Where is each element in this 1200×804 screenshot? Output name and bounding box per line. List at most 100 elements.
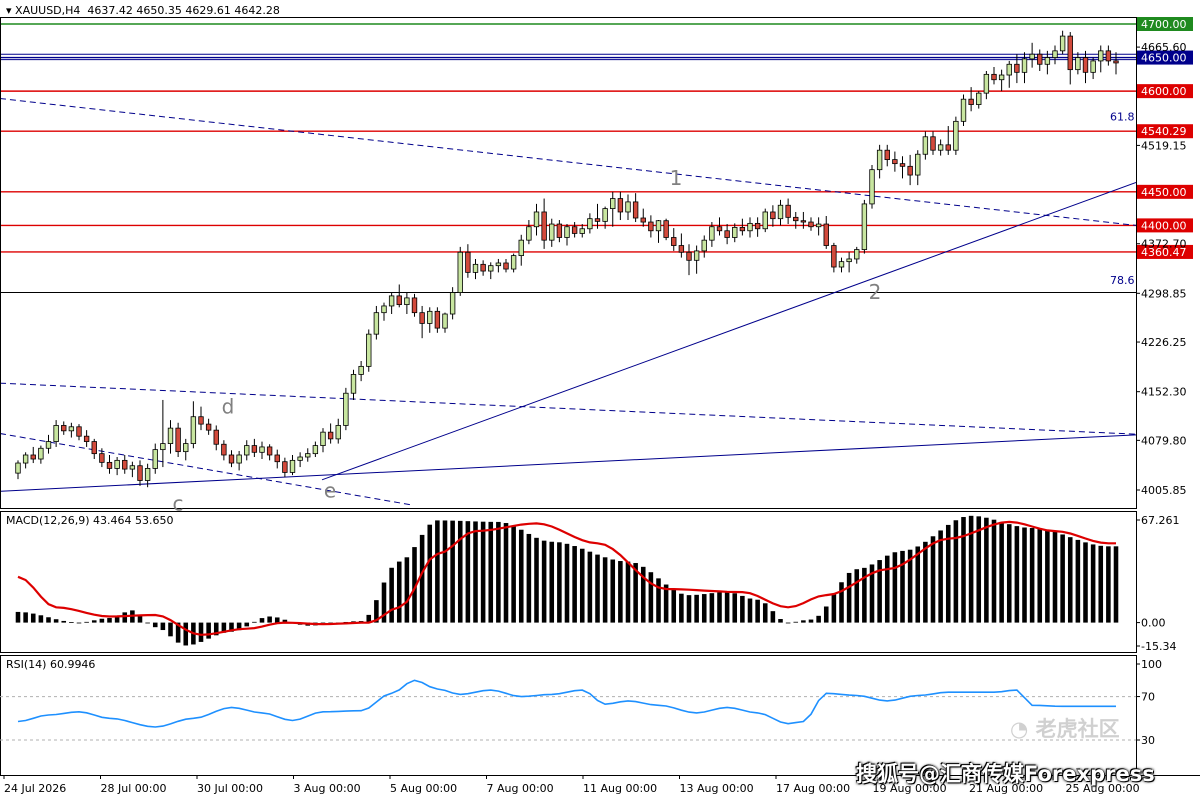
candle-bear — [831, 245, 837, 268]
macd-bar — [404, 557, 410, 623]
macd-bar — [831, 594, 837, 623]
candle-bear — [411, 297, 418, 314]
candle-bull — [53, 425, 59, 442]
macd-bar — [770, 611, 776, 623]
candle — [419, 305, 425, 339]
macd-bar — [1052, 531, 1058, 623]
time-tick-label: 5 Aug 00:00 — [390, 782, 457, 795]
candle-bear — [754, 222, 761, 230]
rsi-label: RSI(14) 60.9946 — [6, 658, 96, 671]
candle-bear — [1113, 60, 1119, 64]
candle-bull — [518, 239, 524, 257]
candle — [1105, 45, 1112, 66]
candle-bear — [739, 227, 746, 232]
candle-bull — [838, 261, 845, 268]
macd-bar — [724, 592, 730, 623]
fib-label: 78.6 — [1110, 274, 1135, 287]
macd-bar — [625, 561, 631, 623]
candle-bear — [213, 429, 219, 445]
candle-bull — [366, 333, 372, 367]
candle — [701, 235, 707, 258]
candle-bear — [282, 461, 288, 473]
candle-bull — [45, 441, 52, 449]
macd-bar — [785, 622, 791, 624]
candle-bull — [259, 446, 265, 453]
candle-bear — [205, 423, 212, 431]
macd-bar — [602, 557, 608, 623]
candle-bull — [1021, 58, 1028, 73]
macd-bar — [53, 619, 59, 623]
candle — [884, 144, 890, 167]
level-tag-text: 4450.00 — [1141, 186, 1187, 199]
macd-bar — [915, 546, 921, 623]
candle-bear — [716, 226, 723, 232]
macd-bar — [206, 622, 211, 639]
candle-bear — [106, 461, 113, 469]
candle — [1029, 42, 1035, 68]
macd-bar — [1037, 528, 1043, 623]
candle-bear — [594, 218, 601, 222]
candle — [442, 312, 448, 333]
price-axis: 4700.004650.004600.004540.294450.004400.… — [1136, 17, 1193, 747]
macd-bar — [473, 521, 478, 623]
candle — [632, 193, 639, 223]
macd-bar — [518, 529, 524, 623]
macd-bar — [152, 622, 158, 628]
candle-bull — [114, 459, 120, 469]
candle — [686, 244, 692, 276]
wave-label-e: e — [324, 478, 336, 502]
candle-bear — [541, 211, 547, 241]
macd-bar — [572, 546, 577, 623]
candle-bull — [335, 425, 341, 440]
fib-label: 61.8 — [1110, 111, 1135, 124]
rsi-line — [17, 679, 1116, 728]
macd-bar — [762, 603, 768, 623]
candle — [1113, 52, 1119, 75]
candle-bull — [709, 226, 715, 241]
candle-bear — [770, 211, 776, 220]
macd-bar — [160, 622, 166, 631]
macd-bar — [419, 534, 425, 623]
macd-bar — [526, 533, 532, 623]
candle — [22, 452, 29, 469]
candle-bull — [693, 250, 700, 261]
candle — [587, 213, 593, 234]
candle — [640, 208, 646, 227]
macd-bar — [274, 617, 280, 623]
candle-bull — [152, 449, 158, 469]
candle-bear — [793, 216, 799, 222]
candle — [671, 228, 677, 251]
macd-bar — [99, 618, 105, 623]
macd-bar — [823, 606, 829, 623]
candle — [350, 369, 357, 400]
macd-bar — [579, 548, 585, 623]
candle-bear — [991, 73, 997, 81]
macd-tick-label: 0.00 — [1141, 617, 1166, 630]
candle-bear — [83, 435, 90, 442]
candle — [564, 224, 570, 246]
candle — [122, 454, 128, 474]
macd-bar — [107, 618, 112, 623]
candle-bull — [960, 98, 967, 122]
candle — [518, 234, 524, 266]
candle-bull — [983, 73, 990, 94]
candle-bull — [564, 226, 570, 238]
macd-bar — [38, 615, 44, 623]
candle — [38, 445, 44, 464]
macd-bar — [1083, 542, 1088, 623]
macd-bar — [801, 620, 806, 623]
level-tag-text: 4540.29 — [1141, 125, 1187, 138]
candle — [480, 260, 486, 276]
candle — [876, 144, 883, 179]
candle-bull — [68, 426, 75, 432]
candle-bear — [1105, 50, 1112, 62]
symbol-timeframe: XAUUSD,H4 — [15, 4, 81, 17]
candle — [305, 448, 311, 462]
candle — [976, 91, 982, 109]
macd-bar — [717, 592, 722, 623]
level-tag-text: 4700.00 — [1141, 18, 1187, 31]
candle-bear — [137, 465, 143, 481]
candle-bull — [1044, 57, 1051, 65]
candle-bull — [1029, 53, 1035, 60]
candle-bear — [899, 163, 906, 167]
